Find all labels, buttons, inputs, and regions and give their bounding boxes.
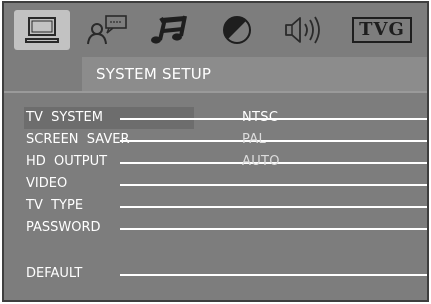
setup-menu-panel: TVG SYSTEM SETUP TV SYSTEM SCREEN SAVER …	[2, 1, 429, 302]
language-speech-icon	[86, 14, 130, 46]
menu-item-label: VIDEO	[26, 176, 68, 191]
tab-audio[interactable]	[144, 10, 194, 50]
tab-video[interactable]	[212, 10, 262, 50]
menu-item-label: PASSWORD	[26, 220, 101, 235]
leader-line	[120, 228, 427, 230]
tab-system-setup[interactable]	[14, 10, 70, 50]
menu-item-password[interactable]: PASSWORD	[4, 217, 427, 239]
category-tab-bar: TVG	[4, 3, 427, 57]
tab-tvg[interactable]: TVG	[348, 10, 416, 50]
contrast-icon	[221, 14, 253, 46]
menu-item-hd-output[interactable]: HD OUTPUT	[4, 151, 427, 173]
menu-item-label: DEFAULT	[26, 266, 83, 281]
leader-line	[120, 140, 427, 142]
tab-language[interactable]	[82, 10, 134, 50]
option-auto[interactable]: AUTO	[242, 151, 280, 173]
menu-item-label: HD OUTPUT	[26, 154, 108, 169]
option-pal[interactable]: PAL	[242, 129, 266, 151]
monitor-icon	[24, 15, 60, 45]
leader-line	[120, 274, 427, 276]
menu-item-label: TV TYPE	[26, 198, 84, 213]
menu-item-screen-saver[interactable]: SCREEN SAVER	[4, 129, 427, 151]
menu-item-default[interactable]: DEFAULT	[4, 263, 427, 285]
menu-item-video[interactable]: VIDEO	[4, 173, 427, 195]
settings-list: TV SYSTEM SCREEN SAVER HD OUTPUT VIDEO T…	[4, 93, 427, 300]
menu-item-tv-type[interactable]: TV TYPE	[4, 195, 427, 217]
tvg-icon: TVG	[352, 17, 412, 43]
menu-item-label: SCREEN SAVER	[26, 132, 130, 147]
leader-line	[120, 184, 427, 186]
option-ntsc[interactable]: NTSC	[242, 107, 278, 129]
tab-speaker[interactable]	[278, 10, 332, 50]
menu-item-label: TV SYSTEM	[26, 110, 103, 125]
speaker-icon	[282, 14, 328, 46]
menu-item-tv-system[interactable]: TV SYSTEM	[4, 107, 427, 129]
music-note-icon	[149, 14, 189, 46]
page-title: SYSTEM SETUP	[82, 57, 427, 91]
title-spacer	[4, 57, 82, 91]
leader-line	[120, 206, 427, 208]
